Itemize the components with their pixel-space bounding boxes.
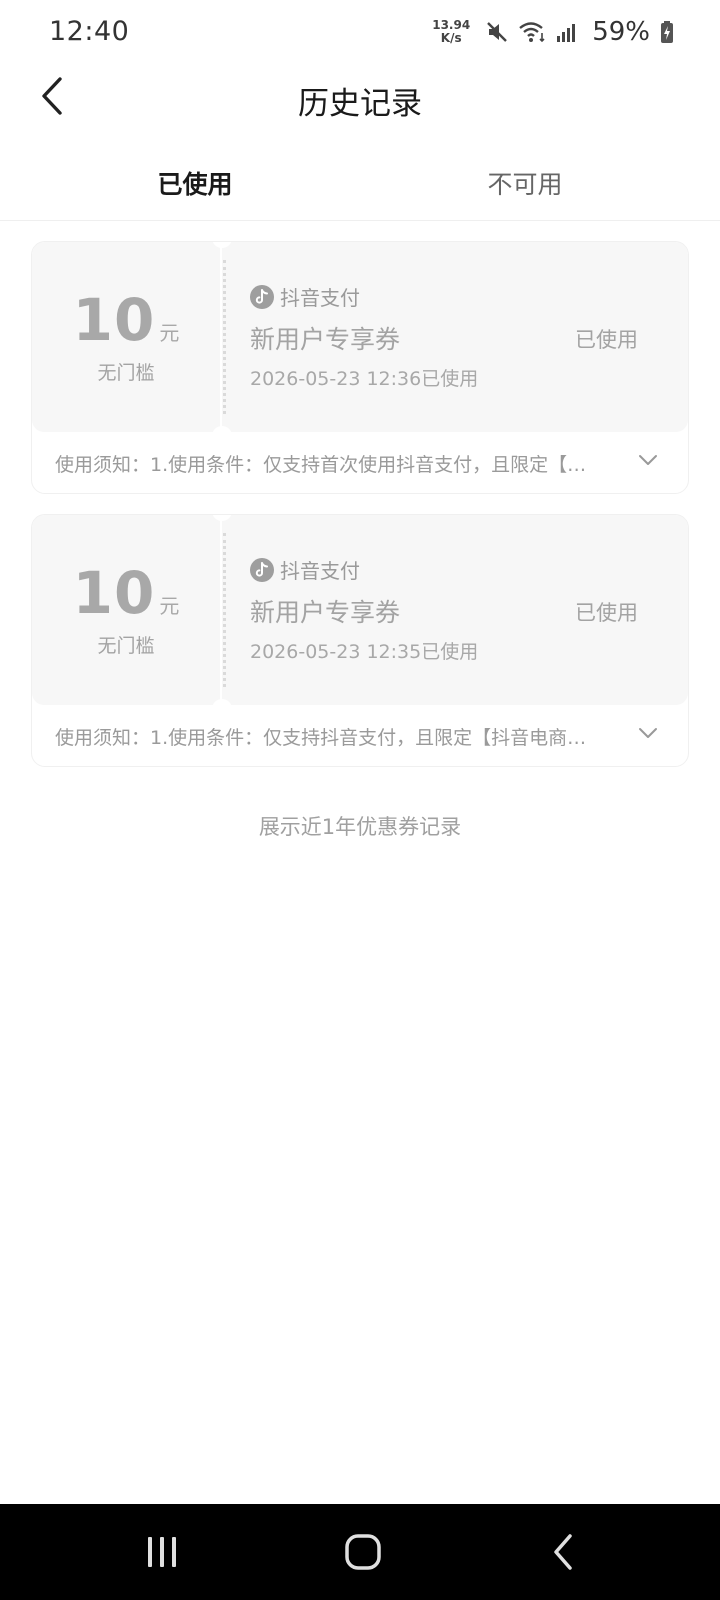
coupon-divider xyxy=(223,260,226,414)
network-speed: 13.94 K/s xyxy=(432,19,470,45)
history-range-note: 展示近1年优惠券记录 xyxy=(258,815,462,839)
coupon-amount: 10 xyxy=(72,559,156,627)
douyin-icon xyxy=(250,557,274,582)
tab-bar: 已使用 不可用 xyxy=(0,150,720,221)
coupon-card: 10 元 无门槛 抖音支付 新用户专享券 2026-05-23 12:36已使用 … xyxy=(31,241,689,494)
coupon-brand-name: 抖音支付 xyxy=(280,559,360,583)
coupon-notice-row[interactable]: 使用须知：1.使用条件：仅支持抖音支付，且限定【抖音电商… xyxy=(32,705,688,766)
coupon-notice-row[interactable]: 使用须知：1.使用条件：仅支持首次使用抖音支付，且限定【… xyxy=(32,432,688,493)
signal-icon xyxy=(556,21,578,43)
coupon-divider xyxy=(223,533,226,687)
coupon-ticket: 10 元 无门槛 抖音支付 新用户专享券 2026-05-23 12:36已使用 … xyxy=(32,242,688,436)
home-icon xyxy=(345,1534,381,1570)
tab-unavailable[interactable]: 不可用 xyxy=(425,165,625,201)
coupon-threshold: 无门槛 xyxy=(97,635,155,657)
system-back-button[interactable] xyxy=(534,1530,594,1574)
status-time: 12:40 xyxy=(49,16,130,47)
coupon-threshold: 无门槛 xyxy=(97,362,155,384)
page-title: 历史记录 xyxy=(298,86,422,122)
back-icon xyxy=(554,1534,572,1570)
coupon-amount-row: 10 元 xyxy=(32,559,220,627)
coupon-name: 新用户专享券 xyxy=(250,325,401,354)
status-bar: 12:40 13.94 K/s 59% xyxy=(0,0,720,64)
coupon-brand: 抖音支付 xyxy=(250,282,360,311)
coupon-notice-text: 使用须知：1.使用条件：仅支持抖音支付，且限定【抖音电商… xyxy=(55,727,587,749)
coupon-amount-unit: 元 xyxy=(159,321,180,345)
coupon-info-section: 抖音支付 新用户专享券 2026-05-23 12:36已使用 已使用 xyxy=(222,242,688,432)
coupon-ticket: 10 元 无门槛 抖音支付 新用户专享券 2026-05-23 12:35已使用 … xyxy=(32,515,688,709)
network-speed-unit: K/s xyxy=(440,31,462,45)
wifi-icon xyxy=(518,20,546,44)
home-button[interactable] xyxy=(333,1530,393,1574)
system-nav-bar xyxy=(0,1504,720,1600)
coupon-notice-text: 使用须知：1.使用条件：仅支持首次使用抖音支付，且限定【… xyxy=(55,454,587,476)
coupon-amount-section: 10 元 无门槛 xyxy=(32,242,220,432)
tab-used[interactable]: 已使用 xyxy=(95,165,295,201)
status-icons: 13.94 K/s 59% xyxy=(432,14,674,50)
chevron-down-icon[interactable] xyxy=(638,727,658,739)
coupon-amount-row: 10 元 xyxy=(32,286,220,354)
coupon-amount: 10 xyxy=(72,286,156,354)
coupon-status: 已使用 xyxy=(575,601,638,625)
douyin-icon xyxy=(250,284,274,309)
mute-icon xyxy=(486,20,508,44)
coupon-status: 已使用 xyxy=(575,328,638,352)
coupon-card: 10 元 无门槛 抖音支付 新用户专享券 2026-05-23 12:35已使用 … xyxy=(31,514,689,767)
battery-percentage: 59% xyxy=(592,17,650,47)
coupon-amount-unit: 元 xyxy=(159,594,180,618)
coupon-amount-section: 10 元 无门槛 xyxy=(32,515,220,705)
coupon-used-date: 2026-05-23 12:36已使用 xyxy=(250,368,479,390)
coupon-brand-name: 抖音支付 xyxy=(280,286,360,310)
coupon-name: 新用户专享券 xyxy=(250,598,401,627)
chevron-down-icon[interactable] xyxy=(638,454,658,466)
coupon-brand: 抖音支付 xyxy=(250,555,360,584)
recents-icon xyxy=(148,1537,176,1567)
coupon-used-date: 2026-05-23 12:35已使用 xyxy=(250,641,479,663)
coupon-info-section: 抖音支付 新用户专享券 2026-05-23 12:35已使用 已使用 xyxy=(222,515,688,705)
page-header: 历史记录 xyxy=(0,64,720,134)
battery-charging-icon xyxy=(660,20,674,44)
recents-button[interactable] xyxy=(132,1530,192,1574)
